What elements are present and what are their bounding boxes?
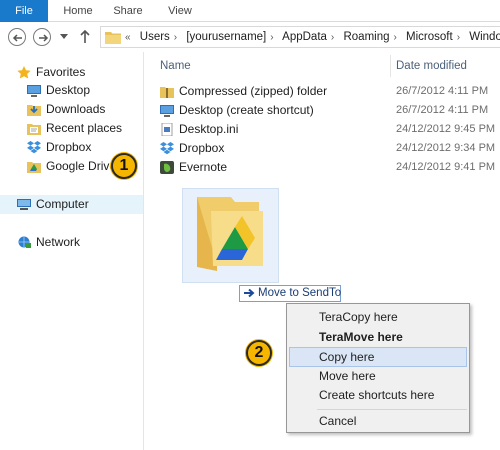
menu-item-teramove-here[interactable]: TeraMove here (289, 327, 467, 347)
nav-item-desktop[interactable]: Desktop (0, 81, 143, 100)
nav-item-label: Downloads (46, 102, 106, 116)
nav-favorites[interactable]: Favorites (0, 63, 143, 82)
breadcrumb-item[interactable]: Roaming (343, 31, 389, 43)
file-date: 26/7/2012 4:11 PM (396, 85, 489, 97)
breadcrumb-item[interactable]: Windows (469, 31, 500, 43)
folder-icon (105, 32, 121, 44)
dropbox-icon (160, 142, 174, 155)
dropbox-icon (27, 141, 41, 154)
menu-item-create-shortcuts-here[interactable]: Create shortcuts here (289, 385, 467, 405)
zip-folder-icon (160, 87, 174, 98)
callout-badge-2: 2 (246, 340, 272, 366)
breadcrumb: « Users › [yourusername] › AppData › Roamin… (125, 27, 500, 47)
arrow-left-icon (12, 34, 22, 42)
file-date: 24/12/2012 9:34 PM (396, 142, 496, 154)
drag-tooltip-text: Move to SendTo (258, 287, 342, 299)
address-bar[interactable]: « Users › [yourusername] › AppData › Roamin… (100, 26, 500, 48)
drag-ghost-google-drive[interactable] (182, 188, 279, 283)
nav-item-label: Dropbox (46, 140, 92, 154)
drag-tooltip: Move to SendTo (239, 285, 341, 302)
tab-file[interactable]: File (0, 0, 48, 22)
desktop-shortcut-icon (160, 105, 174, 117)
navigation-bar: « Users › [yourusername] › AppData › Roamin… (0, 23, 500, 51)
google-drive-folder-icon (197, 197, 263, 271)
file-name: Evernote (179, 160, 228, 174)
breadcrumb-separator-icon[interactable]: › (270, 32, 273, 43)
column-divider[interactable] (390, 55, 391, 77)
recent-places-icon (27, 124, 41, 135)
ini-file-icon (161, 123, 173, 136)
evernote-icon (160, 161, 174, 174)
navigation-pane: Favorites Desktop Downloads Recent place… (0, 52, 144, 450)
file-name: Desktop.ini (179, 122, 239, 136)
back-button[interactable] (8, 28, 26, 46)
desktop-icon (27, 85, 41, 97)
file-date: 24/12/2012 9:45 PM (396, 123, 496, 135)
nav-item-label: Google Drive (46, 159, 117, 173)
google-drive-icon (27, 162, 41, 173)
breadcrumb-item[interactable]: Users (140, 31, 170, 43)
breadcrumb-item[interactable]: Microsoft (406, 31, 453, 43)
arrow-right-icon (39, 34, 49, 42)
menu-separator (317, 409, 467, 410)
breadcrumb-item[interactable]: AppData (282, 31, 327, 43)
nav-network[interactable]: Network (0, 233, 143, 252)
callout-badge-1: 1 (111, 153, 137, 179)
menu-item-cancel[interactable]: Cancel (289, 411, 467, 431)
breadcrumb-separator-icon[interactable]: › (394, 32, 397, 43)
nav-item-downloads[interactable]: Downloads (0, 100, 143, 119)
file-date: 26/7/2012 4:11 PM (396, 104, 489, 116)
file-row[interactable]: Desktop (create shortcut) 26/7/2012 4:11… (160, 101, 500, 120)
up-arrow-icon[interactable] (79, 29, 91, 44)
menu-item-copy-here[interactable]: Copy here (289, 347, 467, 367)
nav-network-label: Network (36, 235, 81, 249)
computer-icon (17, 199, 31, 210)
file-row[interactable]: Evernote 24/12/2012 9:41 PM (160, 158, 500, 177)
column-header-date-modified[interactable]: Date modified (396, 57, 467, 75)
breadcrumb-separator-icon[interactable]: › (174, 32, 177, 43)
breadcrumb-item[interactable]: [yourusername] (186, 31, 266, 43)
file-row[interactable]: Dropbox 24/12/2012 9:34 PM (160, 139, 500, 158)
column-header-name[interactable]: Name (160, 57, 191, 75)
tab-view[interactable]: View (160, 0, 200, 22)
nav-computer[interactable]: Computer (0, 195, 143, 214)
nav-item-recent-places[interactable]: Recent places (0, 119, 143, 138)
file-name: Desktop (create shortcut) (179, 103, 314, 117)
network-icon (18, 236, 31, 248)
breadcrumb-separator-icon[interactable]: › (457, 32, 460, 43)
file-row[interactable]: Desktop.ini 24/12/2012 9:45 PM (160, 120, 500, 139)
breadcrumb-separator-icon[interactable]: › (331, 32, 334, 43)
downloads-icon (27, 105, 41, 116)
context-menu: TeraCopy here TeraMove here Copy here Mo… (286, 303, 470, 433)
tab-share[interactable]: Share (108, 0, 148, 22)
star-icon (17, 66, 31, 79)
menu-item-move-here[interactable]: Move here (289, 366, 467, 386)
nav-favorites-label: Favorites (36, 65, 86, 79)
forward-button[interactable] (33, 28, 51, 46)
menu-item-teracopy-here[interactable]: TeraCopy here (289, 307, 467, 327)
ribbon: File Home Share View (0, 0, 500, 22)
tab-home[interactable]: Home (58, 0, 98, 22)
file-name: Dropbox (179, 141, 225, 155)
overflow-chevron-icon[interactable]: « (125, 32, 131, 43)
nav-item-label: Recent places (46, 121, 123, 135)
move-arrow-icon (244, 288, 255, 298)
file-row[interactable]: Compressed (zipped) folder 26/7/2012 4:1… (160, 82, 500, 101)
file-date: 24/12/2012 9:41 PM (396, 161, 496, 173)
recent-locations-chevron-icon[interactable] (60, 34, 68, 40)
file-name: Compressed (zipped) folder (179, 84, 328, 98)
nav-computer-label: Computer (36, 197, 89, 211)
nav-item-label: Desktop (46, 83, 91, 97)
